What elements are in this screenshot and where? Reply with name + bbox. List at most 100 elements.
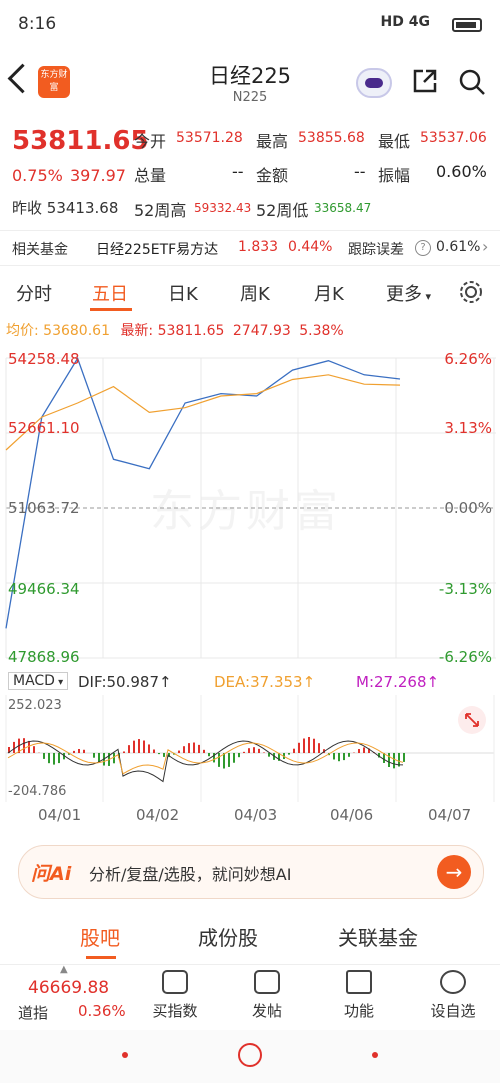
ai-assistant-bar[interactable]: 问Ai 分析/复盘/选股，就问妙想AI → (18, 845, 484, 899)
macd-bar (388, 753, 390, 767)
macd-bar (183, 746, 185, 753)
tab-daily-k[interactable]: 日K (168, 280, 198, 306)
macd-bar (178, 750, 180, 753)
y-label-right-3: 0.00% (444, 499, 492, 517)
amplitude-value: 0.60% (436, 162, 487, 181)
change-value: 397.97 (70, 166, 126, 185)
fund-name[interactable]: 日经225ETF易方达 (96, 239, 218, 259)
active-tab-underline (86, 956, 116, 959)
macd-bar (313, 738, 315, 753)
active-tab-underline (90, 308, 132, 311)
wk52-high-value: 59332.43 (194, 201, 252, 215)
ai-prompt-text: 分析/复盘/选股，就问妙想AI (89, 865, 292, 884)
up-arrow-icon: ↑ (159, 673, 172, 691)
functions-label: 功能 (343, 1002, 374, 1020)
macd-bar (233, 753, 235, 763)
macd-bar (348, 753, 350, 757)
indicator-label: MACD (13, 673, 55, 689)
dif-label: DIF: (78, 673, 107, 691)
arrow-right-icon[interactable]: → (437, 855, 471, 889)
macd-bar (158, 753, 160, 755)
amount-value: -- (354, 162, 366, 181)
post-label: 发帖 (251, 1002, 282, 1020)
tab-intraday[interactable]: 分时 (16, 280, 52, 306)
macd-bar (198, 744, 200, 753)
quote-panel: 53811.65 0.75% 397.97 昨收 53413.68 今开 535… (0, 112, 500, 224)
tab-five-day[interactable]: 五日 (92, 280, 128, 306)
macd-bar (133, 740, 135, 753)
share-icon[interactable] (412, 68, 438, 94)
macd-top-label: 252.023 (8, 698, 62, 713)
tab-forum[interactable]: 股吧 (80, 922, 120, 951)
buy-index-button[interactable]: 买指数 (130, 966, 220, 1021)
avg-line (5, 374, 401, 451)
help-icon[interactable]: ? (415, 240, 431, 256)
nav-home-icon[interactable] (238, 1043, 262, 1067)
header: 东方财富 日经225 N225 (0, 50, 500, 112)
dropdown-arrow-icon: ▾ (422, 290, 432, 303)
expand-icon[interactable] (458, 706, 486, 734)
macd-chart[interactable] (0, 695, 500, 802)
low-value: 53537.06 (420, 130, 487, 146)
related-fund-row[interactable]: 相关基金 日经225ETF易方达 1.833 0.44% 跟踪误差 ? 0.61… (0, 230, 500, 266)
tab-more[interactable]: 更多 ▾ (386, 280, 431, 306)
macd-bar (148, 744, 150, 753)
tab-more-label: 更多 (386, 284, 422, 305)
high-label: 最高 (256, 132, 289, 151)
macd-bar (228, 753, 230, 767)
prev-close-value: 53413.68 (46, 199, 119, 217)
buy-index-label: 买指数 (152, 1002, 198, 1020)
macd-bar (293, 748, 295, 753)
up-arrow-icon: ↑ (426, 673, 440, 691)
macd-bar (303, 738, 305, 753)
tab-weekly-k[interactable]: 周K (240, 280, 270, 306)
y-label-right-5: -6.26% (438, 648, 492, 666)
macd-bar (343, 753, 345, 761)
assistant-robot-icon[interactable] (356, 68, 392, 98)
indicator-selector[interactable]: MACD ▾ (8, 672, 69, 690)
tab-monthly-k[interactable]: 月K (314, 280, 344, 306)
search-icon[interactable] (458, 68, 486, 96)
tracking-value: 0.61% (436, 239, 481, 255)
functions-button[interactable]: 功能 (314, 966, 404, 1021)
macd-bar (73, 750, 75, 753)
m-readout: M:27.268↑ (356, 673, 439, 691)
dea-value: 37.353 (250, 673, 303, 691)
y-label-left-2: 52661.10 (8, 419, 80, 437)
macd-bar (153, 749, 155, 753)
post-button[interactable]: 发帖 (222, 966, 312, 1021)
macd-bar (218, 753, 220, 767)
macd-bar (163, 753, 165, 757)
date-label-1: 04/01 (38, 806, 82, 824)
nav-back-dot[interactable] (122, 1052, 128, 1058)
high-value: 53855.68 (298, 130, 365, 146)
add-watchlist-button[interactable]: 设自选 (408, 966, 498, 1021)
macd-bar (308, 737, 310, 753)
tab-constituents[interactable]: 成份股 (198, 922, 258, 951)
index-name: 道指 (18, 1004, 49, 1022)
amplitude-label: 振幅 (378, 166, 411, 185)
latest-percent: 5.38% (299, 323, 344, 339)
macd-bar (53, 753, 55, 765)
avg-label: 均价: (6, 323, 39, 339)
macd-bar (113, 753, 115, 764)
dif-line (7, 740, 404, 783)
nav-recent-dot[interactable] (372, 1052, 378, 1058)
macd-bar (403, 753, 405, 762)
m-label: M: (356, 673, 374, 691)
macd-bar (358, 749, 360, 753)
index-ticker[interactable]: ▲ 46669.88 道指 0.36% (0, 964, 130, 1030)
more-dots-icon (440, 970, 466, 994)
dif-value: 50.987 (106, 673, 160, 691)
section-tabs: 股吧 成份股 关联基金 (0, 910, 500, 965)
volume-value: -- (232, 162, 244, 181)
dif-readout: DIF:50.987↑ (78, 673, 172, 691)
latest-label: 最新: (120, 323, 154, 339)
y-label-left-5: 47868.96 (8, 648, 80, 666)
wk52-high-label: 52周高 (134, 201, 187, 220)
fund-change: 0.44% (288, 239, 333, 255)
dropdown-arrow-icon: ▾ (54, 677, 64, 688)
tab-related-funds[interactable]: 关联基金 (338, 922, 418, 951)
settings-gear-icon[interactable] (458, 279, 484, 305)
macd-bottom-label: -204.786 (8, 784, 67, 799)
